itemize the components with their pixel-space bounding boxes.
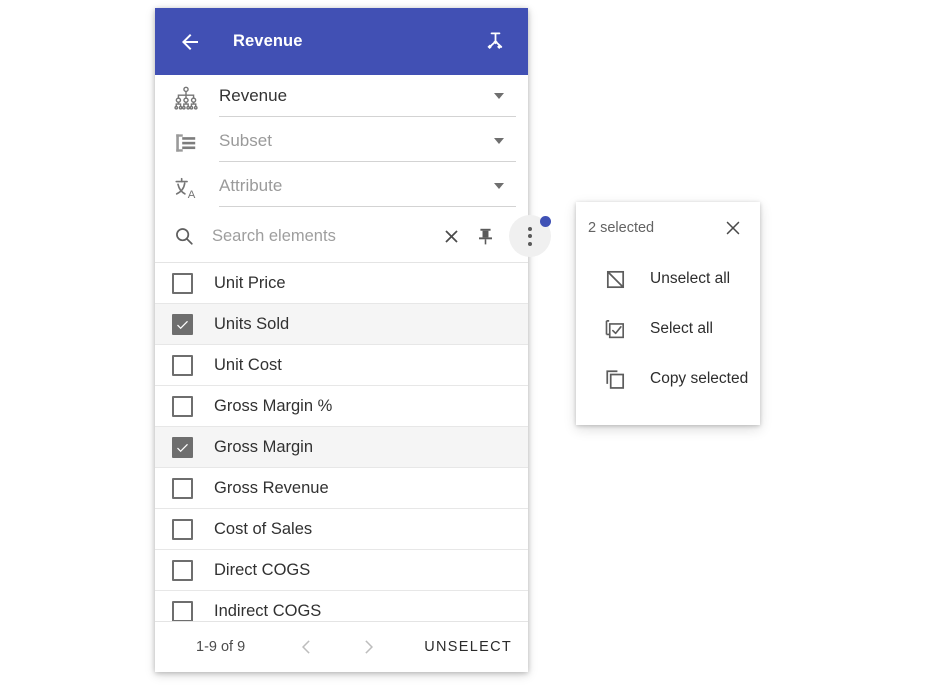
element-checkbox[interactable] <box>172 518 193 540</box>
more-vertical-icon <box>528 226 532 246</box>
more-options-button[interactable] <box>509 215 551 257</box>
select-all-icon <box>602 316 628 342</box>
close-x-icon <box>444 229 458 243</box>
hierarchy-dropdown-value: Revenue <box>219 85 288 105</box>
chevron-down-icon <box>494 182 504 189</box>
selector-row-hierarchy: Revenue <box>167 75 516 120</box>
chevron-down-icon <box>494 137 504 144</box>
hierarchy-view-button[interactable] <box>480 27 510 57</box>
element-selector-panel: Revenue Revenue Subset A Attribute Searc… <box>155 8 551 672</box>
list-item[interactable]: Cost of Sales <box>155 509 528 550</box>
pin-button[interactable] <box>468 219 502 253</box>
list-item[interactable]: Unit Cost <box>155 345 528 386</box>
element-checkbox[interactable] <box>172 600 193 621</box>
element-checkbox[interactable] <box>172 395 193 417</box>
hierarchy-dropdown[interactable]: Revenue <box>219 78 516 117</box>
chevron-left-icon <box>302 640 310 654</box>
element-checkbox[interactable] <box>172 436 193 458</box>
attribute-dropdown[interactable]: Attribute <box>219 168 516 207</box>
element-checkbox[interactable] <box>172 559 193 581</box>
element-label: Gross Margin <box>214 437 314 456</box>
copy-icon <box>602 366 628 392</box>
selection-actions-popup: 2 selected Unselect all Select all Copy … <box>576 202 760 425</box>
element-list: Unit Price Units Sold Unit Cost Gross Margi… <box>155 263 528 621</box>
svg-text:A: A <box>188 189 196 201</box>
page-range-label: 1-9 of 9 <box>196 639 246 655</box>
element-label: Gross Margin % <box>214 396 333 415</box>
list-item[interactable]: Units Sold <box>155 304 528 345</box>
selector-row-subset: Subset <box>167 120 516 165</box>
next-page-button[interactable] <box>350 629 386 665</box>
hierarchy-tree-icon <box>486 32 502 49</box>
list-item[interactable]: Indirect COGS <box>155 591 528 621</box>
search-icon <box>169 221 199 251</box>
list-item[interactable]: Unit Price <box>155 263 528 304</box>
page-title: Revenue <box>233 32 303 50</box>
back-button[interactable] <box>175 27 205 57</box>
element-label: Units Sold <box>214 314 290 333</box>
menu-item-unselect-all[interactable]: Unselect all <box>576 254 760 304</box>
selector-row-attribute: A Attribute <box>167 165 516 210</box>
element-label: Direct COGS <box>214 560 311 579</box>
list-item[interactable]: Direct COGS <box>155 550 528 591</box>
arrow-left-icon <box>182 33 198 50</box>
element-label: Indirect COGS <box>214 601 322 620</box>
hierarchy-icon <box>169 81 203 115</box>
close-x-icon <box>726 221 740 235</box>
list-item[interactable]: Gross Margin % <box>155 386 528 427</box>
unselect-button[interactable]: UNSELECT <box>420 633 516 661</box>
selected-count-label: 2 selected <box>588 220 655 236</box>
selector-group: Revenue Subset A Attribute <box>155 75 528 210</box>
chevron-down-icon <box>494 92 504 99</box>
attribute-dropdown-value: Attribute <box>219 175 283 195</box>
notification-badge-dot <box>540 216 551 227</box>
menu-item-label: Copy selected <box>650 370 749 387</box>
menu-item-label: Select all <box>650 320 713 337</box>
list-item[interactable]: Gross Revenue <box>155 468 528 509</box>
unselect-all-icon <box>602 266 628 292</box>
subset-dropdown[interactable]: Subset <box>219 123 516 162</box>
element-label: Cost of Sales <box>214 519 313 538</box>
chevron-right-icon <box>365 640 374 654</box>
subset-icon <box>169 126 203 160</box>
element-label: Unit Cost <box>214 355 282 374</box>
previous-page-button[interactable] <box>289 629 325 665</box>
panel-header: Revenue <box>155 8 528 75</box>
search-input[interactable] <box>210 225 434 247</box>
search-toolbar <box>155 210 551 263</box>
element-checkbox[interactable] <box>172 313 193 335</box>
subset-dropdown-value: Subset <box>219 130 272 150</box>
element-checkbox[interactable] <box>172 477 193 499</box>
pin-icon <box>478 228 492 244</box>
menu-item-copy-selected[interactable]: Copy selected <box>576 354 760 404</box>
clear-search-button[interactable] <box>434 219 468 253</box>
popup-close-button[interactable] <box>718 213 748 243</box>
element-checkbox[interactable] <box>172 354 193 376</box>
element-label: Unit Price <box>214 273 286 292</box>
element-label: Gross Revenue <box>214 478 329 497</box>
pagination-footer: 1-9 of 9 UNSELECT <box>155 621 528 672</box>
popup-header: 2 selected <box>576 202 760 254</box>
menu-item-select-all[interactable]: Select all <box>576 304 760 354</box>
menu-item-label: Unselect all <box>650 270 731 287</box>
attribute-icon: A <box>169 171 203 205</box>
list-item[interactable]: Gross Margin <box>155 427 528 468</box>
element-checkbox[interactable] <box>172 272 193 294</box>
